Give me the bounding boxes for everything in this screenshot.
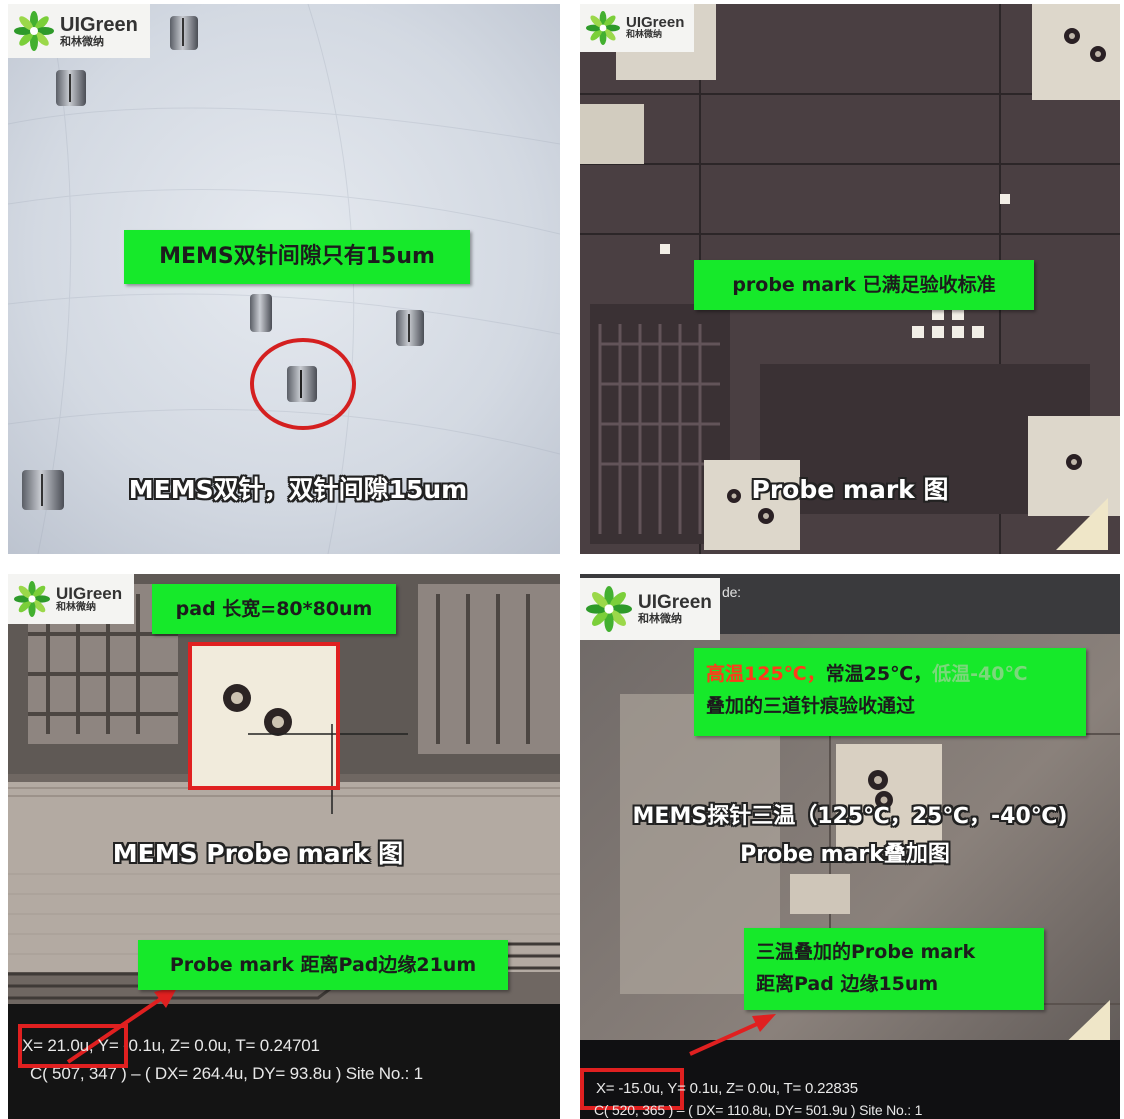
needle-tip	[22, 470, 64, 510]
logo-brand-cn: 和林微纳	[60, 34, 104, 48]
tri-temp-edge-line1: 三温叠加的Probe mark	[756, 941, 976, 963]
logo: UIGreen 和林微纳	[580, 4, 694, 52]
edge-distance-callout: Probe mark 距离Pad边缘21um	[138, 940, 508, 990]
position-readout-line1: X= -15.0u, Y= 0.1u, Z= 0.0u, T= 0.22835	[596, 1080, 858, 1097]
panel-bottom-right: de: UIGreen 和林微纳 高温125℃，常温25℃，低温-40℃ 叠加的…	[580, 574, 1120, 1119]
position-readout-line2: C( 520, 365 ) – ( DX= 110.8u, DY= 501.9u…	[594, 1102, 923, 1118]
panel-caption: MEMS Probe mark 图	[112, 839, 404, 868]
needle-tip	[56, 70, 86, 106]
acceptance-callout: probe mark 已满足验收标准	[694, 260, 1034, 310]
x-readout-highlight-box	[18, 1024, 128, 1068]
panel-caption: MEMS双针，双针间隙15um	[128, 475, 468, 504]
cold-temp-text: 低温-40℃	[932, 663, 1028, 685]
tri-temp-callout-line1: 高温125℃，常温25℃，低温-40℃	[706, 658, 1074, 690]
tri-temp-callout-line2: 叠加的三道针痕验收通过	[706, 695, 916, 717]
uigreen-leaf-icon	[586, 586, 632, 632]
x-readout: X= -15.0u,	[596, 1080, 664, 1097]
room-temp-text: 常温25℃，	[825, 663, 933, 685]
gap-callout: MEMS双针间隙只有15um	[124, 230, 470, 284]
logo-brand: UIGreen	[56, 583, 123, 603]
corner-partial-text: de:	[722, 584, 741, 600]
needle-tip	[396, 310, 424, 346]
logo-brand-cn: 和林微纳	[56, 601, 96, 613]
tri-temp-edge-callout: 三温叠加的Probe mark 距离Pad 边缘15um	[744, 928, 1044, 1010]
panel-bottom-left: UIGreen 和林微纳 pad 长宽=80*80um MEMS Probe m…	[8, 574, 560, 1119]
logo: UIGreen 和林微纳	[580, 578, 720, 640]
logo-brand-cn: 和林微纳	[626, 30, 663, 41]
logo: UIGreen 和林微纳	[8, 4, 150, 58]
yzt-readout: Y= 0.1u, Z= 0.0u, T= 0.22835	[663, 1080, 858, 1097]
panel-caption-line2: Probe mark叠加图	[740, 842, 950, 867]
highlight-circle	[250, 338, 356, 430]
uigreen-leaf-icon	[14, 11, 54, 51]
panel-caption: Probe mark 图	[751, 475, 949, 504]
logo-brand-cn: 和林微纳	[638, 612, 682, 626]
panel-top-left: UIGreen 和林微纳 MEMS双针间隙只有15um MEMS双针，双针间隙1…	[8, 4, 560, 554]
tri-temp-edge-line2: 距离Pad 边缘15um	[756, 973, 939, 995]
logo-brand: UIGreen	[60, 13, 138, 36]
panel-caption-line1: MEMS探针三温（125℃，25℃，-40℃)	[632, 804, 1068, 829]
logo: UIGreen 和林微纳	[8, 574, 134, 624]
tri-temp-callout: 高温125℃，常温25℃，低温-40℃ 叠加的三道针痕验收通过	[694, 648, 1086, 736]
needle-tip	[250, 294, 272, 332]
uigreen-leaf-icon	[586, 11, 620, 45]
pad-size-callout: pad 长宽=80*80um	[152, 584, 396, 634]
needle-tip	[170, 16, 198, 50]
bond-pad	[1032, 4, 1120, 100]
hot-temp-text: 高温125℃，	[706, 663, 826, 685]
logo-brand: UIGreen	[638, 592, 712, 614]
logo-brand: UIGreen	[626, 14, 685, 32]
pad-highlight-box	[188, 642, 340, 790]
uigreen-leaf-icon	[14, 581, 50, 617]
panel-top-right: UIGreen 和林微纳 probe mark 已满足验收标准 Probe ma…	[580, 4, 1120, 554]
